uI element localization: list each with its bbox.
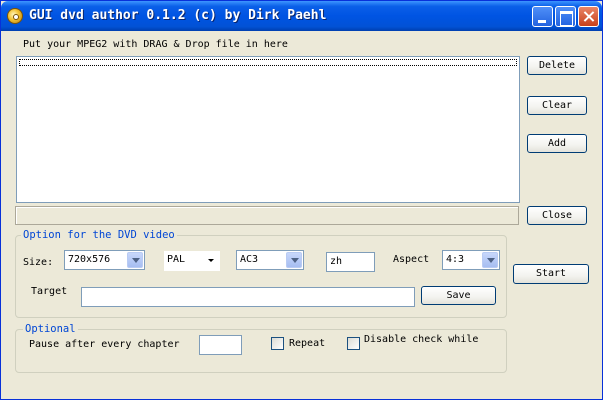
start-button[interactable]: Start <box>513 264 589 284</box>
status-bar <box>15 206 519 225</box>
chevron-down-icon[interactable] <box>203 252 219 268</box>
aspect-select-value: 4:3 <box>446 254 465 265</box>
dvd-options-group-title: Option for the DVD video <box>21 229 177 241</box>
delete-button[interactable]: Delete <box>527 56 587 75</box>
chevron-down-icon[interactable] <box>127 252 143 268</box>
tv-standard-select[interactable]: PAL <box>164 251 220 271</box>
maximize-button[interactable] <box>555 6 576 27</box>
window-title: GUI dvd author 0.1.2 (c) by Dirk Paehl <box>29 8 327 23</box>
aspect-select[interactable]: 4:3 <box>442 250 500 270</box>
chevron-down-icon[interactable] <box>286 252 302 268</box>
file-list[interactable] <box>16 56 520 203</box>
pause-input[interactable] <box>199 335 242 355</box>
audio-format-value: AC3 <box>240 254 259 265</box>
disable-check-label[interactable]: Disable check while <box>364 334 478 345</box>
dvd-disc-icon[interactable] <box>7 8 23 24</box>
size-select-value: 720x576 <box>68 254 111 265</box>
clear-button[interactable]: Clear <box>527 96 587 115</box>
aspect-label: Aspect <box>393 254 430 265</box>
repeat-checkbox[interactable] <box>271 337 284 350</box>
target-label: Target <box>31 286 68 297</box>
main-window: GUI dvd author 0.1.2 (c) by Dirk Paehl P… <box>0 0 603 400</box>
save-button[interactable]: Save <box>421 286 496 305</box>
language-input[interactable]: zh <box>326 252 375 272</box>
language-input-value: zh <box>330 256 343 267</box>
close-button[interactable]: Close <box>527 206 587 225</box>
optional-group-title: Optional <box>23 323 78 335</box>
close-window-button[interactable] <box>578 6 599 27</box>
size-label: Size: <box>23 257 54 268</box>
repeat-label[interactable]: Repeat <box>289 338 325 349</box>
tv-standard-value: PAL <box>167 254 186 265</box>
chevron-down-icon[interactable] <box>482 252 498 268</box>
add-button[interactable]: Add <box>527 134 587 153</box>
minimize-button[interactable] <box>532 6 553 27</box>
target-input[interactable] <box>81 287 415 307</box>
pause-label: Pause after every chapter <box>29 339 180 350</box>
drop-instruction-label: Put your MPEG2 with DRAG & Drop file in … <box>23 39 288 50</box>
list-focus-row <box>19 59 517 66</box>
title-bar[interactable]: GUI dvd author 0.1.2 (c) by Dirk Paehl <box>1 1 602 31</box>
audio-format-select[interactable]: AC3 <box>236 250 304 270</box>
disable-check-checkbox[interactable] <box>347 337 360 350</box>
size-select[interactable]: 720x576 <box>64 250 145 270</box>
